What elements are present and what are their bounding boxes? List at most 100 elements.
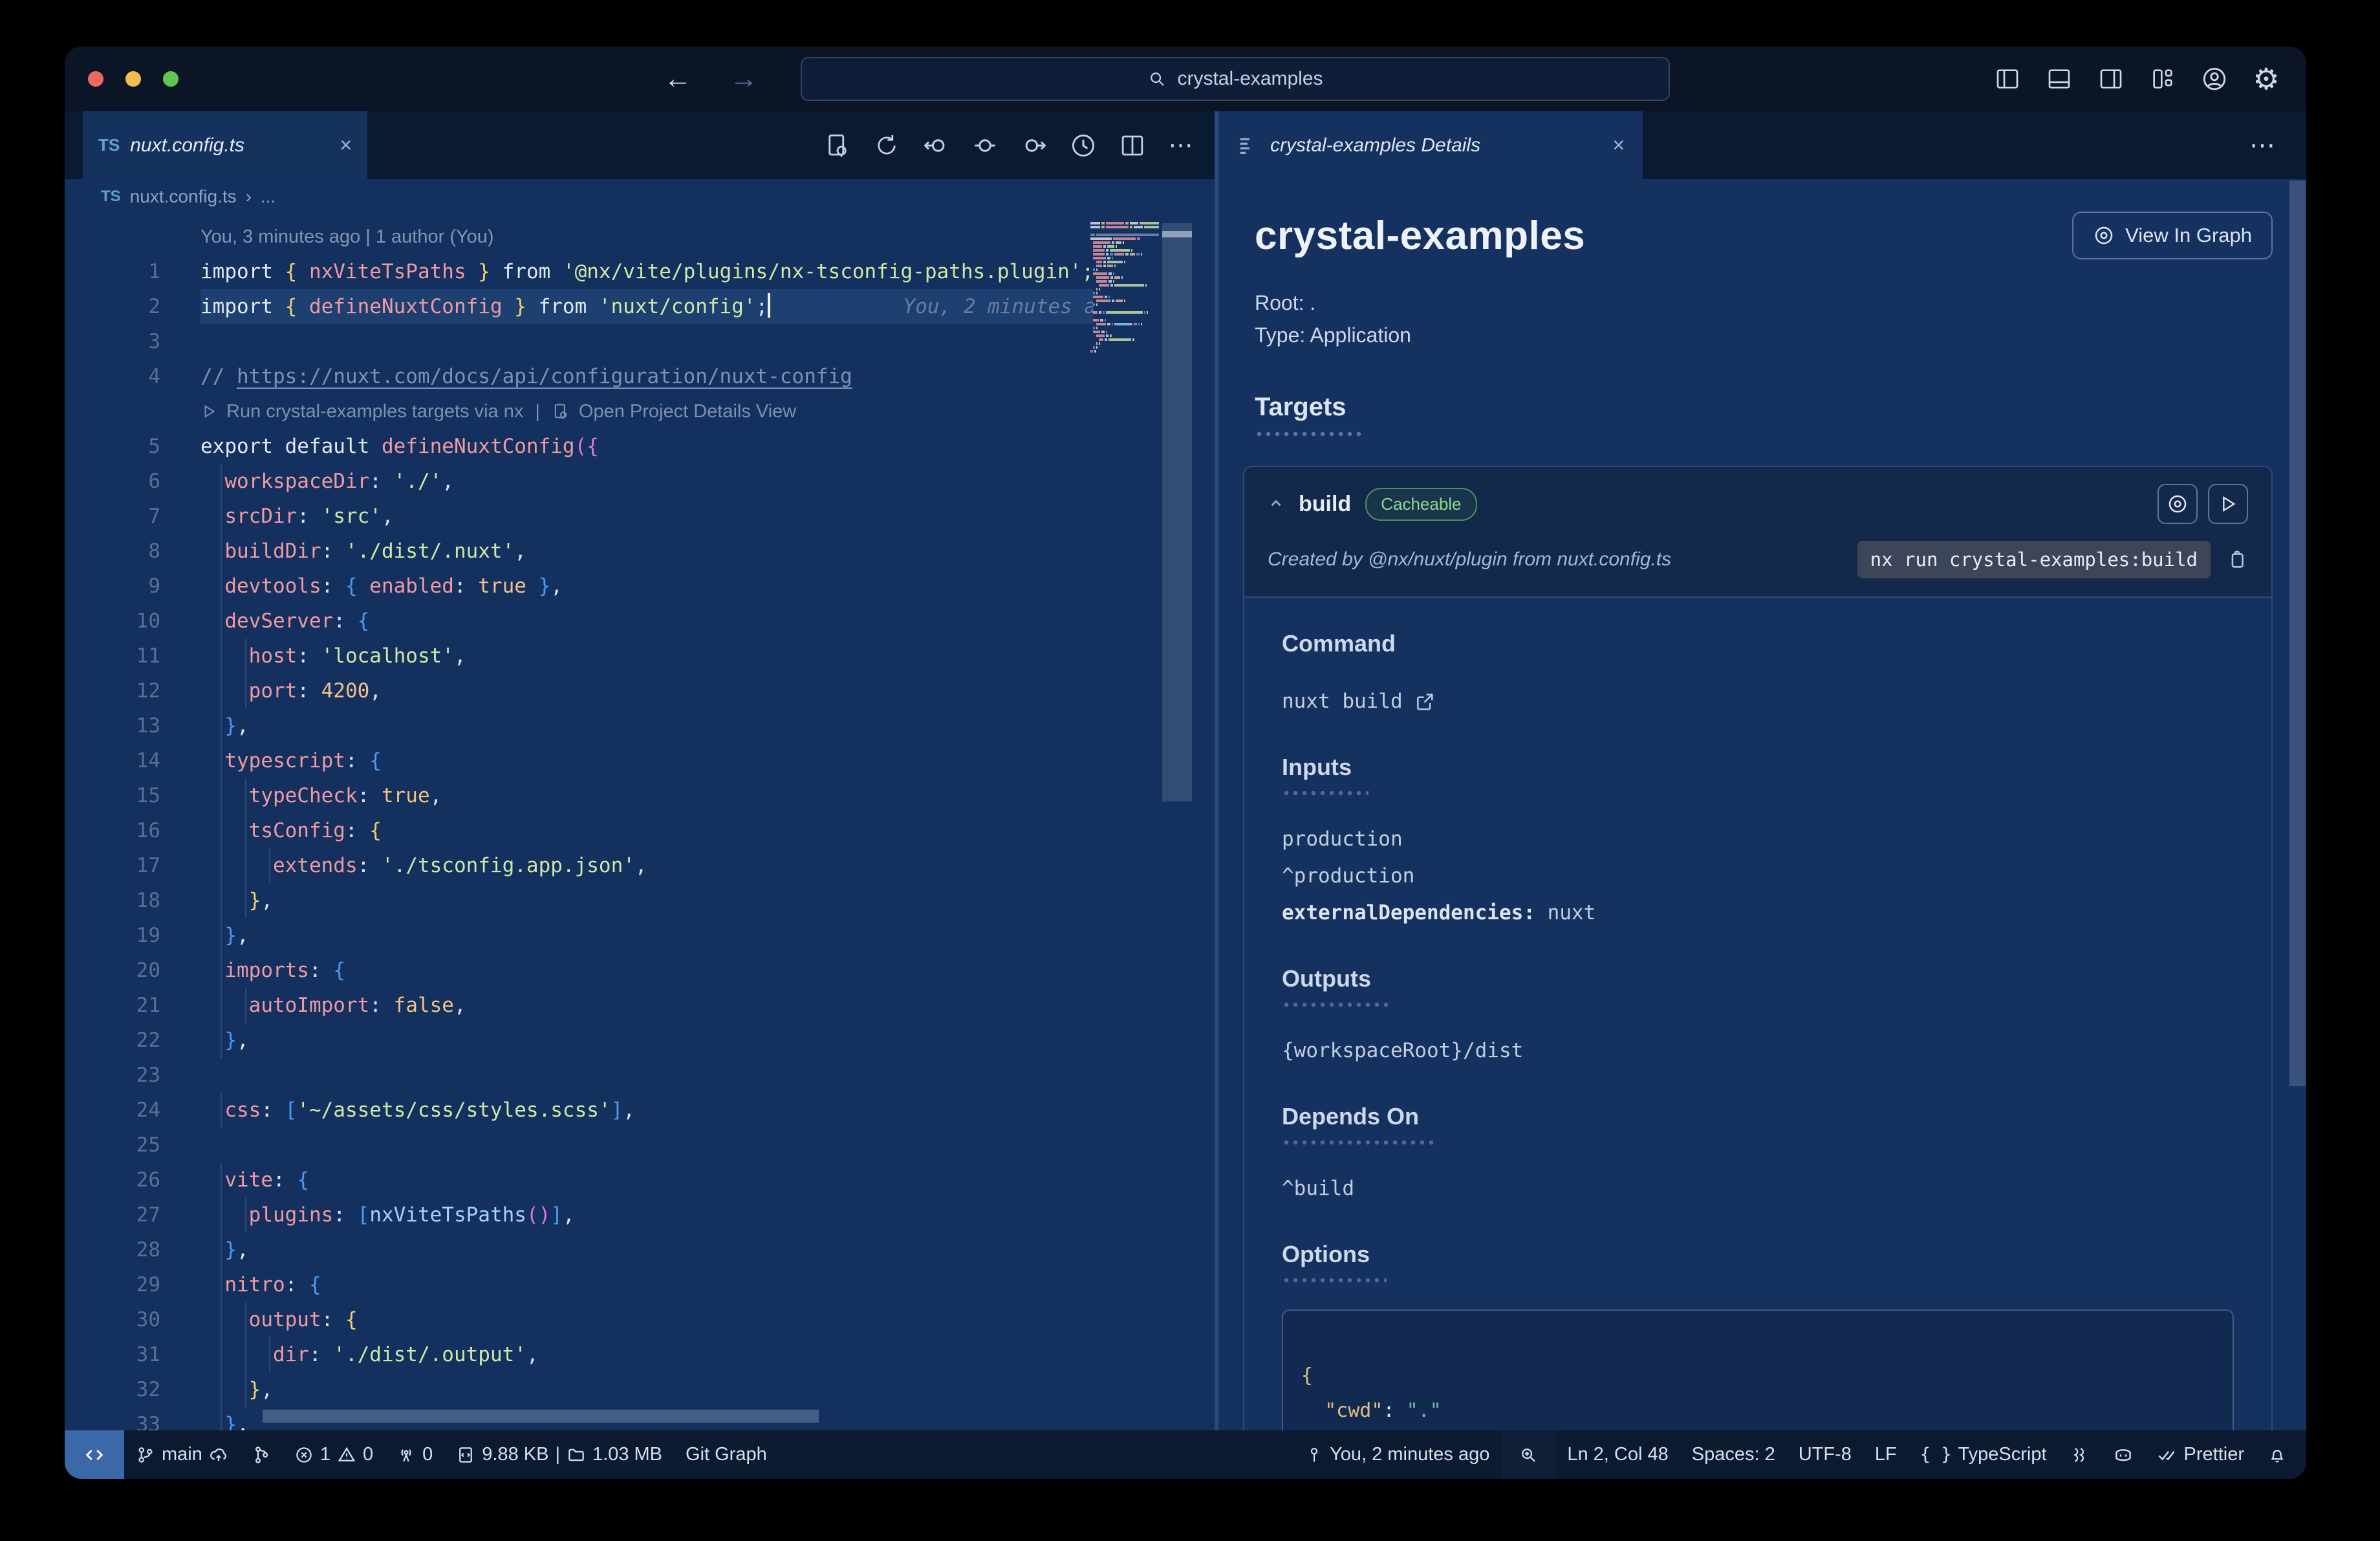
blame-status[interactable]: You, 2 minutes ago <box>1293 1430 1501 1479</box>
timeline-history-icon[interactable] <box>1068 131 1098 160</box>
copilot-status[interactable] <box>2101 1430 2145 1479</box>
code-line[interactable]: 5 export default defineNuxtConfig({ <box>65 429 1093 464</box>
lens-line[interactable]: Run crystal-examples targets via nx | Open… <box>65 394 1093 429</box>
toggle-secondary-sidebar-icon[interactable] <box>2097 65 2125 93</box>
inputs-heading: Inputs <box>1282 754 1352 780</box>
nx-run-command-chip[interactable]: nx run crystal-examples:build <box>1857 541 2211 578</box>
code-line[interactable]: 7 srcDir: 'src', <box>65 499 1093 534</box>
line-number: 25 <box>136 1133 160 1157</box>
code-line[interactable]: 13 }, <box>65 708 1093 743</box>
code-line[interactable]: 29 nitro: { <box>65 1267 1093 1302</box>
code-line[interactable]: 22 }, <box>65 1023 1093 1058</box>
formatter-status[interactable]: Prettier <box>2145 1430 2256 1479</box>
close-window-button[interactable] <box>88 71 103 87</box>
split-editor-icon[interactable] <box>1118 131 1147 160</box>
code-line[interactable]: 27 plugins: [nxViteTsPaths()], <box>65 1197 1093 1232</box>
previous-change-icon[interactable] <box>921 131 951 160</box>
gitlens-status[interactable] <box>2059 1430 2101 1479</box>
command-center-search[interactable]: crystal-examples <box>801 57 1670 101</box>
view-target-in-graph-button[interactable] <box>2158 484 2198 524</box>
git-branch-status[interactable]: main <box>124 1430 240 1479</box>
remote-indicator[interactable] <box>65 1430 124 1479</box>
vertical-scrollbar[interactable] <box>1162 223 1192 802</box>
zoom-window-button[interactable] <box>163 71 178 87</box>
code-line[interactable]: 23 <box>65 1058 1093 1093</box>
blame-line[interactable]: You, 3 minutes ago | 1 author (You) <box>65 219 1093 254</box>
minimap-line <box>1090 237 1159 240</box>
forward-arrow-icon[interactable]: → <box>730 63 758 95</box>
open-changes-icon[interactable] <box>823 131 852 160</box>
next-change-icon[interactable] <box>1019 131 1049 160</box>
code-line[interactable]: 17 extends: './tsconfig.app.json', <box>65 848 1093 883</box>
code-line[interactable]: 9 devtools: { enabled: true }, <box>65 569 1093 604</box>
minimap[interactable] <box>1090 222 1159 354</box>
panel-scrollbar[interactable] <box>2289 180 2306 1086</box>
problems-status[interactable]: 1 0 <box>283 1430 385 1479</box>
close-tab-icon[interactable]: × <box>340 133 352 157</box>
horizontal-scrollbar[interactable] <box>263 1410 819 1423</box>
code-line[interactable]: 11 host: 'localhost', <box>65 639 1093 673</box>
minimize-window-button[interactable] <box>125 71 141 87</box>
cursor-position-status[interactable]: Ln 2, Col 48 <box>1555 1430 1680 1479</box>
code-line[interactable]: 15 typeCheck: true, <box>65 778 1093 813</box>
line-content: buildDir: './dist/.nuxt', <box>200 540 526 563</box>
code-line[interactable]: 31 dir: './dist/.output', <box>65 1337 1093 1372</box>
toggle-panel-icon[interactable] <box>2045 65 2073 93</box>
account-icon[interactable] <box>2200 65 2229 93</box>
code-line[interactable]: 32 }, <box>65 1372 1093 1407</box>
notifications-status[interactable] <box>2256 1430 2306 1479</box>
minimap-line <box>1090 261 1159 263</box>
target-card-header[interactable]: build Cacheable Created by @nx/nuxt/plug… <box>1244 467 2271 598</box>
code-line[interactable]: 21 autoImport: false, <box>65 988 1093 1023</box>
panel-more-actions-icon[interactable]: ⋯ <box>2249 111 2278 179</box>
options-json-block[interactable]: { "cwd": "."} <box>1282 1309 2234 1430</box>
breadcrumb-more[interactable]: ... <box>261 186 276 207</box>
zoom-status[interactable] <box>1501 1430 1556 1479</box>
collapse-chevron-icon[interactable] <box>1268 496 1284 512</box>
eol-status[interactable]: LF <box>1863 1430 1909 1479</box>
view-in-graph-button[interactable]: View In Graph <box>2072 212 2273 259</box>
back-arrow-icon[interactable]: ← <box>664 63 692 95</box>
code-line[interactable]: 30 output: { <box>65 1302 1093 1337</box>
folder-icon <box>567 1445 586 1465</box>
tab-nuxt-config[interactable]: TS nuxt.config.ts × <box>83 111 367 179</box>
code-line[interactable]: 28 }, <box>65 1232 1093 1267</box>
code-line[interactable]: 8 buildDir: './dist/.nuxt', <box>65 534 1093 569</box>
toggle-primary-sidebar-icon[interactable] <box>1993 65 2022 93</box>
breadcrumb[interactable]: TS nuxt.config.ts › ... <box>65 179 1215 214</box>
copy-icon[interactable] <box>2226 549 2248 571</box>
code-line[interactable]: 1 import { nxViteTsPaths } from '@nx/vite… <box>65 254 1093 289</box>
run-target-button[interactable] <box>2208 484 2248 524</box>
indentation-status[interactable]: Spaces: 2 <box>1680 1430 1787 1479</box>
language-mode-status[interactable]: { } TypeScript <box>1909 1430 2059 1479</box>
external-link-icon[interactable] <box>1414 692 1435 712</box>
file-size-status[interactable]: 9.88 KB | 1.03 MB <box>444 1430 674 1479</box>
settings-gear-icon[interactable]: ⚙ <box>2252 64 2280 94</box>
more-actions-icon[interactable]: ⋯ <box>1167 131 1196 160</box>
code-line[interactable]: 24 css: ['~/assets/css/styles.scss'], <box>65 1093 1093 1128</box>
customize-layout-icon[interactable] <box>2148 65 2177 93</box>
code-line[interactable]: 26 vite: { <box>65 1163 1093 1197</box>
code-line[interactable]: 2 import { defineNuxtConfig } from 'nuxt/… <box>65 289 1093 324</box>
code-line[interactable]: 12 port: 4200, <box>65 673 1093 708</box>
breadcrumb-file[interactable]: nuxt.config.ts <box>130 186 237 207</box>
close-panel-tab-icon[interactable]: × <box>1612 133 1625 157</box>
code-line[interactable]: 14 typescript: { <box>65 743 1093 778</box>
code-line[interactable]: 19 }, <box>65 918 1093 953</box>
code-line[interactable]: 10 devServer: { <box>65 604 1093 639</box>
code-line[interactable]: 3 <box>65 324 1093 359</box>
refresh-icon[interactable] <box>872 131 902 160</box>
git-graph-button[interactable]: Git Graph <box>674 1430 779 1479</box>
source-control-graph-button[interactable] <box>240 1430 283 1479</box>
tab-project-details[interactable]: crystal-examples Details × <box>1218 111 1643 179</box>
code-line[interactable]: 25 <box>65 1128 1093 1163</box>
code-line[interactable]: 20 imports: { <box>65 953 1093 988</box>
code-line[interactable]: 16 tsConfig: { <box>65 813 1093 848</box>
encoding-status[interactable]: UTF-8 <box>1787 1430 1863 1479</box>
code-line[interactable]: 6 workspaceDir: './', <box>65 464 1093 499</box>
code-editor[interactable]: You, 3 minutes ago | 1 author (You) 1 impo… <box>65 214 1215 1430</box>
ports-status[interactable]: 0 <box>385 1430 444 1479</box>
code-line[interactable]: 4 // https://nuxt.com/docs/api/configurat… <box>65 359 1093 394</box>
current-change-icon[interactable] <box>970 131 1000 160</box>
code-line[interactable]: 18 }, <box>65 883 1093 918</box>
